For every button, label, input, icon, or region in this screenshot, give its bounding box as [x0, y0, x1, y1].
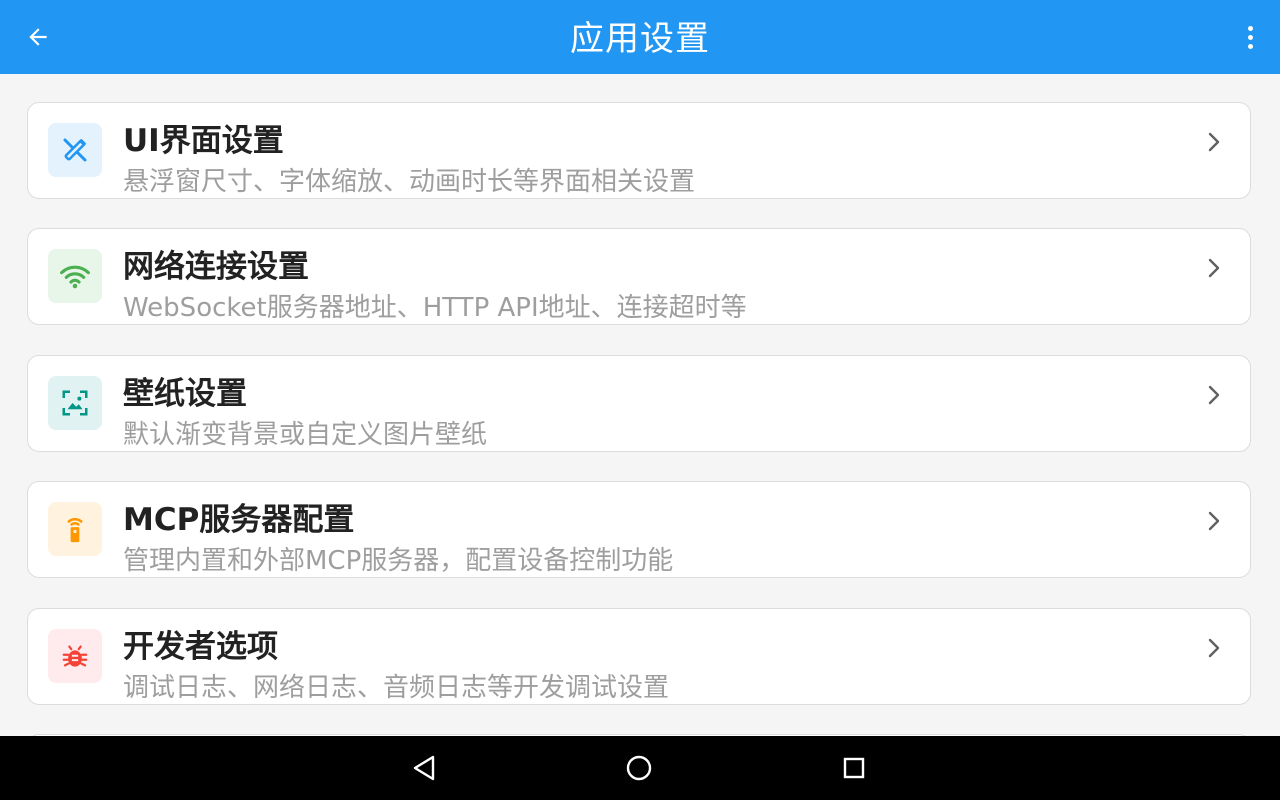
- setting-subtitle: 调试日志、网络日志、音频日志等开发调试设置: [123, 673, 670, 703]
- nav-back-button[interactable]: [406, 750, 442, 786]
- setting-icon-box: [48, 629, 102, 683]
- nav-home-button[interactable]: [621, 750, 657, 786]
- wifi-icon: [60, 265, 90, 289]
- settings-remote-icon: [67, 518, 83, 543]
- chevron-right-icon: [1204, 509, 1224, 533]
- setting-card-network[interactable]: 网络连接设置 WebSocket服务器地址、HTTP API地址、连接超时等: [27, 228, 1251, 325]
- setting-title: UI界面设置: [123, 123, 284, 159]
- setting-icon-box: [48, 123, 102, 177]
- settings-list: UI界面设置 悬浮窗尺寸、字体缩放、动画时长等界面相关设置 网络连接设置 Web…: [0, 74, 1280, 736]
- chevron-right-icon: [1204, 130, 1224, 154]
- more-vert-icon: [1247, 25, 1253, 31]
- setting-subtitle: 默认渐变背景或自定义图片壁纸: [123, 420, 488, 450]
- nav-back-icon: [413, 755, 435, 781]
- setting-subtitle: WebSocket服务器地址、HTTP API地址、连接超时等: [123, 293, 747, 323]
- nav-recents-icon: [843, 757, 865, 779]
- setting-title: 壁纸设置: [123, 376, 247, 412]
- chevron-right-icon: [1204, 383, 1224, 407]
- setting-icon-box: [48, 249, 102, 303]
- page-title: 应用设置: [570, 19, 710, 59]
- wallpaper-icon: [62, 390, 88, 416]
- setting-title: MCP服务器配置: [123, 502, 355, 538]
- setting-subtitle: 管理内置和外部MCP服务器，配置设备控制功能: [123, 546, 674, 576]
- more-options-button[interactable]: [1238, 19, 1262, 55]
- setting-icon-box: [48, 376, 102, 430]
- bug-icon: [62, 645, 88, 667]
- nav-home-icon: [626, 755, 652, 781]
- setting-card-mcp[interactable]: MCP服务器配置 管理内置和外部MCP服务器，配置设备控制功能: [27, 481, 1251, 578]
- design-tools-icon: [63, 138, 87, 162]
- nav-recents-button[interactable]: [836, 750, 872, 786]
- setting-title: 网络连接设置: [123, 249, 309, 285]
- setting-card-developer[interactable]: 开发者选项 调试日志、网络日志、音频日志等开发调试设置: [27, 608, 1251, 705]
- chevron-right-icon: [1204, 256, 1224, 280]
- system-nav-bar: [0, 736, 1280, 800]
- app-bar: 应用设置: [0, 0, 1280, 74]
- setting-icon-box: [48, 502, 102, 556]
- setting-card-wallpaper[interactable]: 壁纸设置 默认渐变背景或自定义图片壁纸: [27, 355, 1251, 452]
- setting-subtitle: 悬浮窗尺寸、字体缩放、动画时长等界面相关设置: [123, 167, 696, 197]
- setting-card-ui[interactable]: UI界面设置 悬浮窗尺寸、字体缩放、动画时长等界面相关设置: [27, 102, 1251, 199]
- setting-title: 开发者选项: [123, 629, 278, 665]
- chevron-right-icon: [1204, 636, 1224, 660]
